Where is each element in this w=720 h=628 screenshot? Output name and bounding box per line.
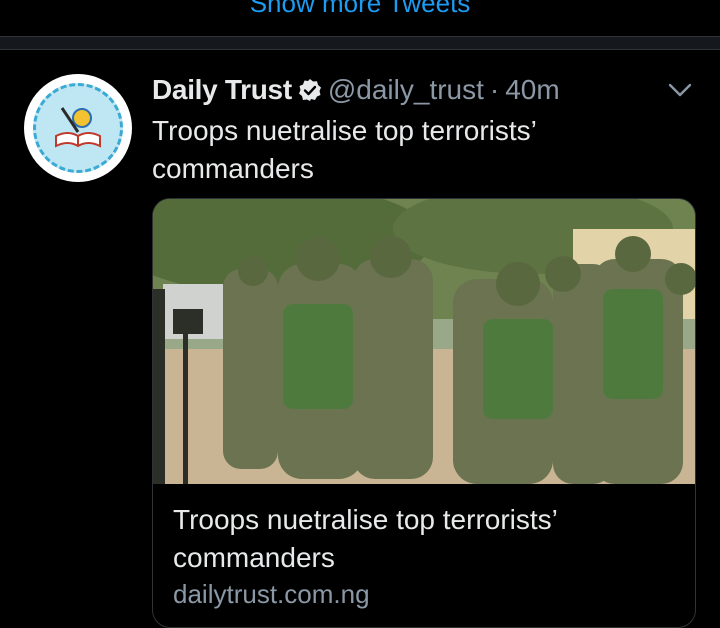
verified-badge-icon <box>298 78 322 102</box>
tweet-text: Troops nuetralise top terrorists’ comman… <box>152 115 536 184</box>
show-more-tweets-link[interactable]: Show more Tweets <box>0 0 720 20</box>
card-title: Troops nuetralise top terrorists’ comman… <box>173 504 557 573</box>
card-domain: dailytrust.com.ng <box>173 579 370 609</box>
chevron-down-icon <box>668 83 692 97</box>
book-globe-icon <box>55 107 101 148</box>
timestamp[interactable]: 40m <box>505 74 559 106</box>
separator: · <box>489 74 500 105</box>
daily-trust-logo <box>33 83 123 173</box>
timeline-divider <box>0 36 720 50</box>
card-image <box>153 199 695 484</box>
avatar[interactable] <box>24 74 132 182</box>
tweet-menu-button[interactable] <box>664 74 696 106</box>
display-name[interactable]: Daily Trust <box>152 74 292 106</box>
link-card[interactable]: Troops nuetralise top terrorists’ comman… <box>152 198 696 628</box>
tweet-header: Daily Trust @daily_trust · 40m <box>152 70 560 110</box>
handle[interactable]: @daily_trust <box>328 74 484 106</box>
